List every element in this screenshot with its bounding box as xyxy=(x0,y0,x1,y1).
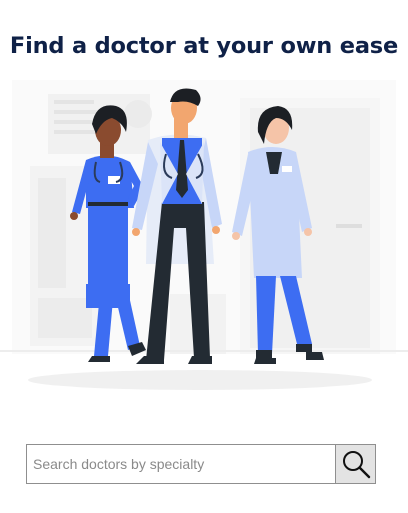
search-icon xyxy=(342,451,370,479)
hero-illustration xyxy=(0,78,408,396)
page-title: Find a doctor at your own ease xyxy=(9,33,399,59)
search-bar xyxy=(26,444,376,484)
search-button[interactable] xyxy=(335,445,375,483)
search-input[interactable] xyxy=(27,445,335,483)
page: Find a doctor at your own ease xyxy=(0,0,408,513)
